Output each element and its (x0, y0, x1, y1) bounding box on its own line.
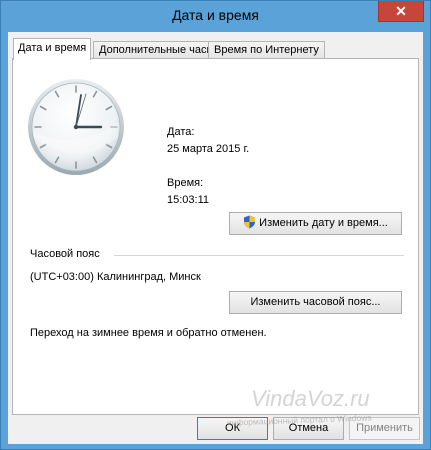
close-button[interactable]: ✕ (378, 1, 424, 22)
change-timezone-button[interactable]: Изменить часовой пояс... (229, 291, 402, 314)
window-title: Дата и время (172, 7, 259, 23)
title-bar[interactable]: Дата и время ✕ (1, 1, 430, 32)
tab-panel: Дата: 25 марта 2015 г. Время: 15:03:11 И… (12, 58, 419, 415)
tab-additional-clocks[interactable]: Дополнительные часы (93, 41, 221, 59)
date-time-dialog: Дата и время ✕ Дата и время Дополнительн… (0, 0, 431, 450)
date-value: 25 марта 2015 г. (167, 143, 250, 155)
analog-clock-icon (28, 79, 124, 175)
timezone-section-label: Часовой пояс (30, 248, 100, 260)
time-label: Время: (167, 177, 204, 189)
timezone-separator (114, 255, 404, 256)
ok-button[interactable]: ОК (197, 417, 268, 440)
uac-shield-icon (244, 215, 256, 229)
tab-internet-time[interactable]: Время по Интернету (208, 41, 325, 59)
time-value: 15:03:11 (167, 194, 210, 206)
apply-button[interactable]: Применить (349, 417, 420, 440)
cancel-button[interactable]: Отмена (273, 417, 344, 440)
change-date-time-label: Изменить дату и время... (259, 217, 388, 229)
change-date-time-button[interactable]: Изменить дату и время... (229, 212, 402, 235)
tab-date-time[interactable]: Дата и время (13, 38, 92, 60)
dst-note: Переход на зимнее время и обратно отмене… (30, 327, 267, 339)
date-label: Дата: (167, 126, 195, 138)
dialog-body: Дата и время Дополнительные часы Время п… (8, 32, 423, 444)
timezone-value: (UTC+03:00) Калининград, Минск (30, 271, 201, 283)
